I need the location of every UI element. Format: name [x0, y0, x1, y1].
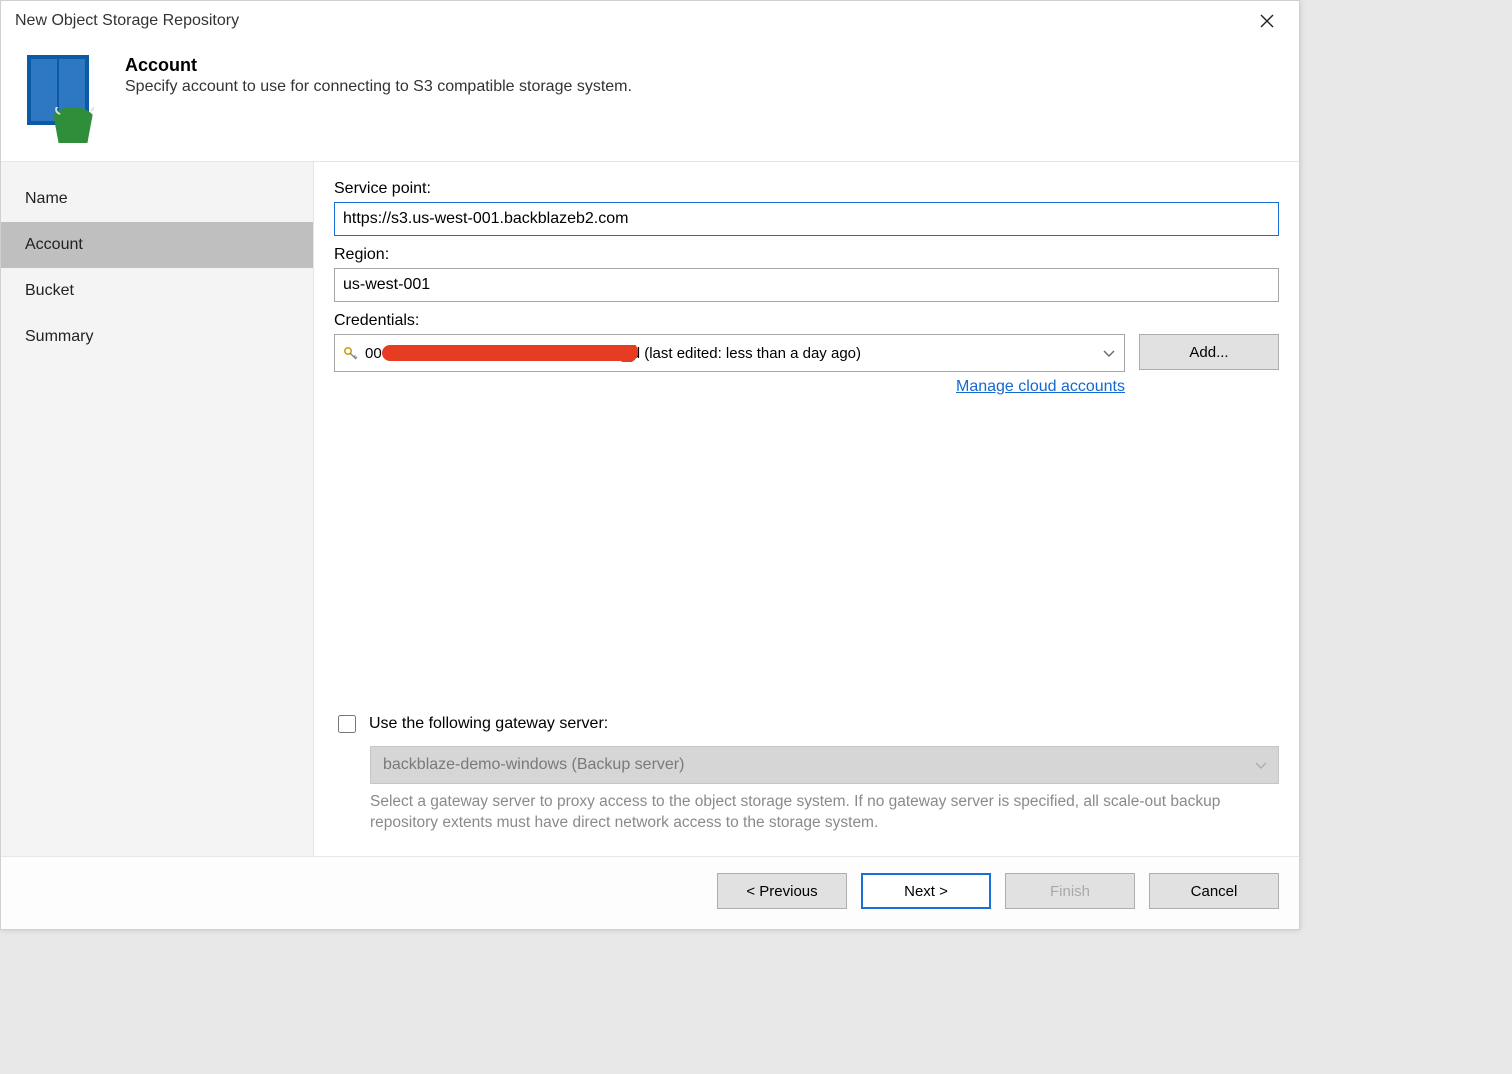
- redacted-credential: [382, 345, 632, 361]
- close-icon: [1260, 14, 1274, 28]
- credentials-suffix: d (last edited: less than a day ago): [632, 345, 861, 362]
- gateway-server-select: backblaze-demo-windows (Backup server): [370, 746, 1279, 784]
- wizard-header: Account Specify account to use for conne…: [1, 41, 1299, 162]
- credentials-label: Credentials:: [334, 312, 1279, 330]
- header-text: Account Specify account to use for conne…: [125, 55, 632, 96]
- gateway-server-value: backblaze-demo-windows (Backup server): [383, 756, 684, 774]
- dialog-new-object-storage-repository: New Object Storage Repository Account Sp…: [0, 0, 1300, 930]
- cancel-button[interactable]: Cancel: [1149, 873, 1279, 909]
- credentials-value: 00 d (last edited: less than a day ago): [365, 345, 1096, 362]
- finish-button: Finish: [1005, 873, 1135, 909]
- service-point-label: Service point:: [334, 180, 1279, 198]
- wizard-body: Name Account Bucket Summary Service poin…: [1, 162, 1299, 856]
- storage-bucket-icon: [19, 55, 99, 143]
- wizard-steps-sidebar: Name Account Bucket Summary: [1, 162, 314, 856]
- wizard-footer: < Previous Next > Finish Cancel: [1, 856, 1299, 929]
- chevron-down-icon: [1102, 346, 1116, 360]
- add-credentials-button[interactable]: Add...: [1139, 334, 1279, 370]
- header-heading: Account: [125, 55, 632, 76]
- titlebar: New Object Storage Repository: [1, 1, 1299, 41]
- manage-cloud-accounts-link[interactable]: Manage cloud accounts: [956, 378, 1125, 396]
- gateway-help-text: Select a gateway server to proxy access …: [370, 792, 1279, 834]
- sidebar-item-account[interactable]: Account: [1, 222, 313, 268]
- key-icon: [343, 345, 359, 361]
- gateway-checkbox[interactable]: [338, 715, 356, 733]
- chevron-down-icon: [1254, 758, 1268, 772]
- sidebar-item-name[interactable]: Name: [1, 176, 313, 222]
- wizard-content: Service point: Region: Credentials: 00 d…: [314, 162, 1299, 856]
- gateway-server-block: Use the following gateway server: backbl…: [334, 712, 1279, 856]
- credentials-dropdown[interactable]: 00 d (last edited: less than a day ago): [334, 334, 1125, 372]
- gateway-checkbox-row[interactable]: Use the following gateway server:: [334, 712, 1279, 736]
- credentials-prefix: 00: [365, 345, 382, 362]
- region-input[interactable]: [334, 268, 1279, 302]
- sidebar-item-summary[interactable]: Summary: [1, 314, 313, 360]
- region-label: Region:: [334, 246, 1279, 264]
- window-title: New Object Storage Repository: [15, 12, 1249, 30]
- next-button[interactable]: Next >: [861, 873, 991, 909]
- header-subtext: Specify account to use for connecting to…: [125, 78, 632, 96]
- service-point-input[interactable]: [334, 202, 1279, 236]
- close-button[interactable]: [1249, 6, 1285, 36]
- gateway-checkbox-label: Use the following gateway server:: [369, 715, 608, 733]
- previous-button[interactable]: < Previous: [717, 873, 847, 909]
- sidebar-item-bucket[interactable]: Bucket: [1, 268, 313, 314]
